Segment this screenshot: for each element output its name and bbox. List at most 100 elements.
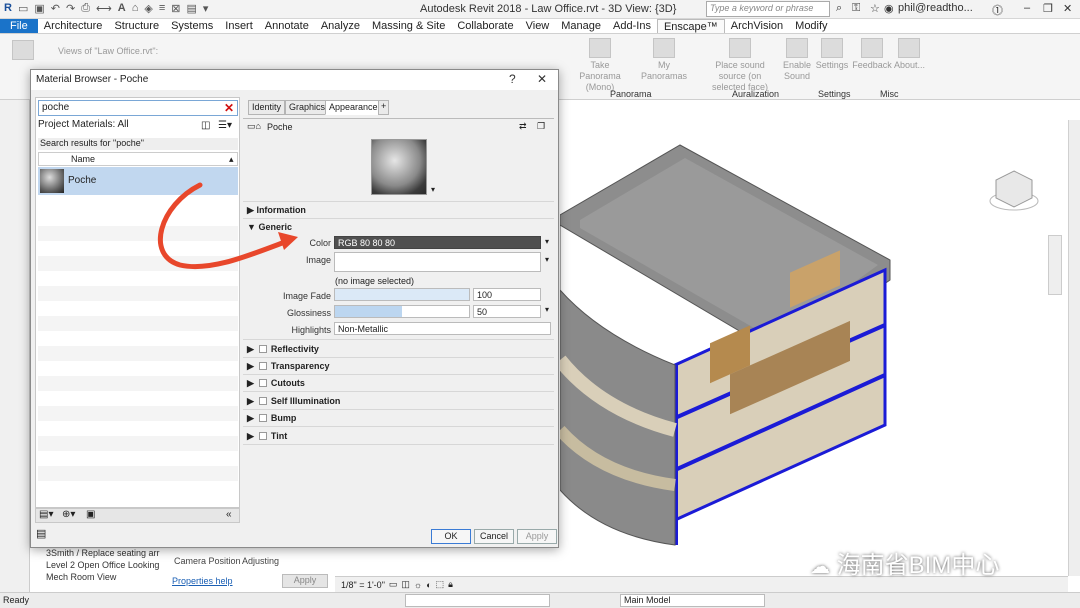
design-option-dropdown[interactable]: Main Model [620, 594, 765, 607]
image-fade-value[interactable]: 100 [473, 288, 541, 301]
clear-search-icon[interactable]: ✕ [224, 101, 234, 115]
feedback-button[interactable]: Feedback [852, 38, 892, 71]
color-dropdown-icon[interactable]: ▾ [545, 237, 549, 246]
list-item[interactable]: Mech Room View [46, 571, 160, 583]
detail-level-icon[interactable]: ▭ [389, 579, 398, 590]
tab-archvision[interactable]: ArchVision [725, 19, 789, 33]
section-bump[interactable]: ▶ Bump [247, 413, 296, 424]
material-search-input[interactable]: poche ✕ [38, 100, 238, 116]
crop-view-icon[interactable]: ⬚ [436, 579, 445, 590]
project-materials-filter[interactable]: Project Materials: All [38, 119, 129, 130]
save-icon[interactable]: ▣ [34, 2, 44, 15]
print-icon[interactable]: ⎙ [81, 2, 90, 15]
section-tint[interactable]: ▶ Tint [247, 431, 287, 442]
add-tab-button[interactable]: + [378, 100, 390, 115]
my-panoramas-button[interactable]: My Panoramas [636, 38, 692, 82]
preview-options-icon[interactable]: ▾ [431, 185, 435, 194]
checkbox[interactable] [258, 345, 267, 353]
section-transparency[interactable]: ▶ Transparency [247, 361, 329, 372]
tab-collaborate[interactable]: Collaborate [451, 19, 519, 33]
tab-view[interactable]: View [520, 19, 556, 33]
properties-help-link[interactable]: Properties help [172, 576, 233, 586]
library-folder-icon[interactable]: ▤▾ [39, 509, 53, 520]
glossiness-slider[interactable] [334, 305, 470, 318]
favorites-icon[interactable]: ☆ [870, 2, 880, 15]
color-field[interactable]: RGB 80 80 80 [334, 236, 541, 249]
viewcube[interactable] [988, 165, 1040, 217]
shadows-icon[interactable]: ◐ [426, 580, 431, 590]
checkbox[interactable] [258, 362, 267, 370]
list-options-icon[interactable]: ☰▾ [218, 120, 232, 131]
minimize-button[interactable]: – [1024, 2, 1030, 14]
close-hidden-icon[interactable]: ⊠ [171, 2, 180, 15]
tab-structure[interactable]: Structure [108, 19, 165, 33]
tab-architecture[interactable]: Architecture [38, 19, 109, 33]
tab-enscape[interactable]: Enscape™ [656, 19, 725, 33]
checkbox[interactable] [258, 397, 267, 405]
tab-analyze[interactable]: Analyze [315, 19, 366, 33]
scale-selector[interactable]: 1/8" = 1'-0" [341, 580, 385, 590]
measure-icon[interactable]: ⟷ [96, 2, 112, 15]
checkbox[interactable] [258, 414, 267, 422]
section-reflectivity[interactable]: ▶ Reflectivity [247, 344, 319, 355]
maximize-button[interactable]: ❐ [1043, 2, 1053, 15]
section-self-illumination[interactable]: ▶ Self Illumination [247, 396, 340, 407]
take-panorama-button[interactable]: Take Panorama (Mono) [572, 38, 628, 93]
sun-path-icon[interactable]: ☼ [414, 580, 422, 590]
tab-appearance[interactable]: Appearance [325, 100, 382, 115]
ribbon-start-button[interactable] [8, 40, 38, 62]
subscription-icon[interactable]: ⚿ [852, 2, 860, 15]
tab-graphics[interactable]: Graphics [285, 100, 330, 115]
visual-style-icon[interactable]: ◫ [401, 579, 410, 590]
user-name[interactable]: phil@readtho... [898, 2, 973, 14]
redo-icon[interactable]: ↷ [66, 2, 75, 15]
material-preview-sphere[interactable] [371, 139, 427, 195]
close-window-button[interactable]: ✕ [1063, 2, 1072, 15]
enable-sound-button[interactable]: Enable Sound [782, 38, 812, 82]
tab-annotate[interactable]: Annotate [259, 19, 315, 33]
ok-button[interactable]: OK [431, 529, 471, 544]
asset-browser-icon[interactable]: ▣ [86, 509, 95, 520]
3d-viewport[interactable] [554, 120, 1068, 576]
list-item[interactable]: 3Smith / Replace seating arr [46, 547, 160, 559]
image-field[interactable] [334, 252, 541, 272]
material-properties-icon[interactable]: ▤ [36, 527, 46, 540]
tab-add-ins[interactable]: Add-Ins [607, 19, 657, 33]
about-button[interactable]: About... [894, 38, 925, 71]
quick-access-toolbar[interactable]: R ▭ ▣ ↶ ↷ ⎙ ⟷ A ⌂ ◈ ≡ ⊠ ▤ ▾ [4, 2, 208, 15]
tab-file[interactable]: File [0, 19, 38, 33]
3d-view-icon[interactable]: ⌂ [132, 2, 139, 15]
replace-asset-icon[interactable]: ⇄ [519, 121, 527, 132]
image-fade-slider[interactable] [334, 288, 470, 301]
column-header[interactable]: Name ▴ [38, 152, 238, 166]
switch-windows-icon[interactable]: ▤ [187, 2, 197, 15]
cancel-button[interactable]: Cancel [474, 529, 514, 544]
view-toggle-icon[interactable]: ◫ [201, 120, 210, 131]
user-icon[interactable]: ◉ [884, 2, 894, 15]
navigation-bar[interactable] [1048, 235, 1062, 295]
collapse-library-icon[interactable]: « [226, 509, 232, 520]
undo-icon[interactable]: ↶ [51, 2, 60, 15]
workset-dropdown[interactable] [405, 594, 550, 607]
help-icon[interactable]: ⓵ [992, 2, 1003, 18]
tab-manage[interactable]: Manage [555, 19, 607, 33]
image-dropdown-icon[interactable]: ▾ [545, 255, 549, 264]
glossiness-spin-icon[interactable]: ▾ [545, 305, 549, 314]
list-item[interactable]: Level 2 Open Office Looking [46, 559, 160, 571]
highlights-select[interactable]: Non-Metallic [334, 322, 551, 335]
create-material-icon[interactable]: ⊕▾ [62, 509, 75, 520]
help-search-input[interactable]: Type a keyword or phrase [706, 1, 830, 17]
camera-position-value[interactable]: Adjusting [242, 556, 279, 566]
properties-apply-button[interactable]: Apply [282, 574, 328, 588]
thin-lines-icon[interactable]: ≡ [159, 2, 165, 15]
tab-insert[interactable]: Insert [219, 19, 259, 33]
checkbox[interactable] [258, 379, 267, 387]
glossiness-value[interactable]: 50 [473, 305, 541, 318]
settings-button[interactable]: Settings [814, 38, 850, 71]
views-dropdown-label[interactable]: Views of "Law Office.rvt": [58, 46, 158, 57]
text-icon[interactable]: A [118, 2, 126, 15]
section-icon[interactable]: ◈ [144, 2, 152, 15]
open-icon[interactable]: ▭ [18, 2, 28, 15]
checkbox[interactable] [258, 432, 267, 440]
binoculars-icon[interactable]: ⌕ [836, 2, 842, 15]
